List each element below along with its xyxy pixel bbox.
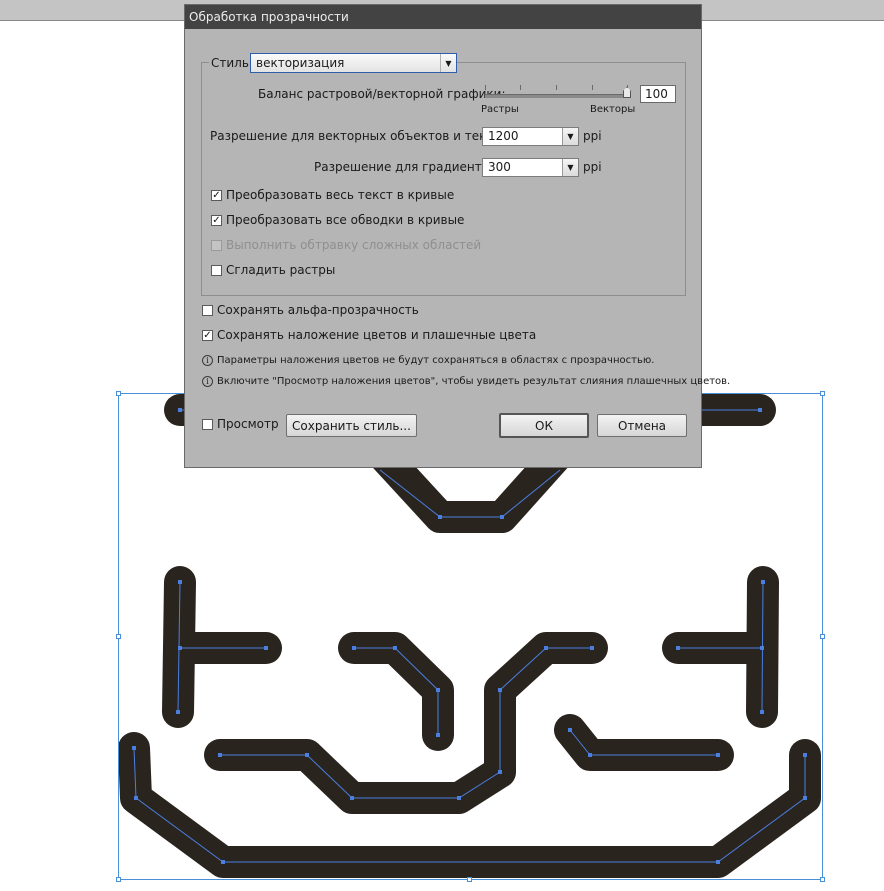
slider-tick <box>592 85 593 90</box>
slider-tick <box>520 85 521 90</box>
ppi-unit: ppi <box>583 129 602 143</box>
dropdown-arrow-icon[interactable]: ▼ <box>562 159 578 176</box>
inner-left-hook-stroke <box>338 632 454 751</box>
option-label: Преобразовать весь текст в кривые <box>226 188 455 202</box>
dropdown-arrow-icon[interactable]: ▼ <box>440 54 456 72</box>
option-label: Сгладить растры <box>226 263 336 277</box>
ppi-unit: ppi <box>583 160 602 174</box>
checkbox-checked[interactable]: ✓ <box>211 189 222 201</box>
ok-button[interactable]: ОК <box>499 413 589 438</box>
flattener-dialog: Обработка прозрачности Стиль: векторизац… <box>184 4 730 468</box>
vector-resolution-label: Разрешение для векторных объектов и текс… <box>210 129 512 143</box>
option-label: Просмотр <box>217 417 279 431</box>
stroke-shapes <box>118 394 821 878</box>
option-antialias[interactable]: Сгладить растры <box>211 263 335 277</box>
option-convert-text[interactable]: ✓ Преобразовать весь текст в кривые <box>211 188 454 202</box>
vector-resolution-value: 1200 <box>488 129 519 143</box>
option-label: Сохранять наложение цветов и плашечные ц… <box>217 328 537 342</box>
slider-right-label: Векторы <box>590 104 636 115</box>
inner-small-hook-stroke <box>554 714 734 771</box>
option-convert-strokes[interactable]: ✓ Преобразовать все обводки в кривые <box>211 213 464 227</box>
style-select[interactable]: векторизация ▼ <box>250 53 457 73</box>
dropdown-arrow-icon[interactable]: ▼ <box>562 128 578 145</box>
option-label: Выполнить обтравку сложных областей <box>226 238 482 252</box>
option-label: Сохранять альфа-прозрачность <box>217 303 419 317</box>
checkbox-unchecked[interactable] <box>202 418 213 430</box>
info-icon: i <box>202 376 213 387</box>
info-text: Параметры наложения цветов не будут сохр… <box>217 355 655 366</box>
checkbox-checked[interactable]: ✓ <box>211 214 222 226</box>
preview-option[interactable]: Просмотр <box>202 417 279 431</box>
checkbox-disabled <box>211 239 222 251</box>
option-label: Преобразовать все обводки в кривые <box>226 213 465 227</box>
gradient-resolution-select[interactable]: 300 ▼ <box>482 158 579 177</box>
keep-overprint-option[interactable]: ✓ Сохранять наложение цветов и плашечные… <box>202 328 536 342</box>
checkbox-unchecked[interactable] <box>202 304 213 316</box>
slider-tick <box>485 85 486 90</box>
balance-value-input[interactable]: 100 <box>640 85 676 103</box>
checkbox-checked[interactable]: ✓ <box>202 329 213 341</box>
info-message-2: i Включите "Просмотр наложения цветов", … <box>202 376 730 387</box>
style-select-value: векторизация <box>256 56 345 70</box>
save-style-button[interactable]: Сохранить стиль... <box>286 414 417 437</box>
option-clip-complex: Выполнить обтравку сложных областей <box>211 238 481 252</box>
checkbox-unchecked[interactable] <box>211 264 222 276</box>
keep-alpha-option[interactable]: Сохранять альфа-прозрачность <box>202 303 419 317</box>
info-icon: i <box>202 355 213 366</box>
info-message-1: i Параметры наложения цветов не будут со… <box>202 355 654 366</box>
info-text: Включите "Просмотр наложения цветов", чт… <box>217 376 731 387</box>
cancel-button[interactable]: Отмена <box>597 414 687 437</box>
slider-left-label: Растры <box>481 104 519 115</box>
vector-resolution-select[interactable]: 1200 ▼ <box>482 127 579 146</box>
gradient-resolution-value: 300 <box>488 160 511 174</box>
gradient-resolution-label: Разрешение для градиентов: <box>314 160 501 174</box>
dialog-title[interactable]: Обработка прозрачности <box>185 5 701 29</box>
style-label: Стиль: <box>209 56 255 70</box>
slider-tick <box>556 85 557 90</box>
balance-slider[interactable] <box>485 94 627 98</box>
balance-label: Баланс растровой/векторной графики: <box>258 87 506 101</box>
